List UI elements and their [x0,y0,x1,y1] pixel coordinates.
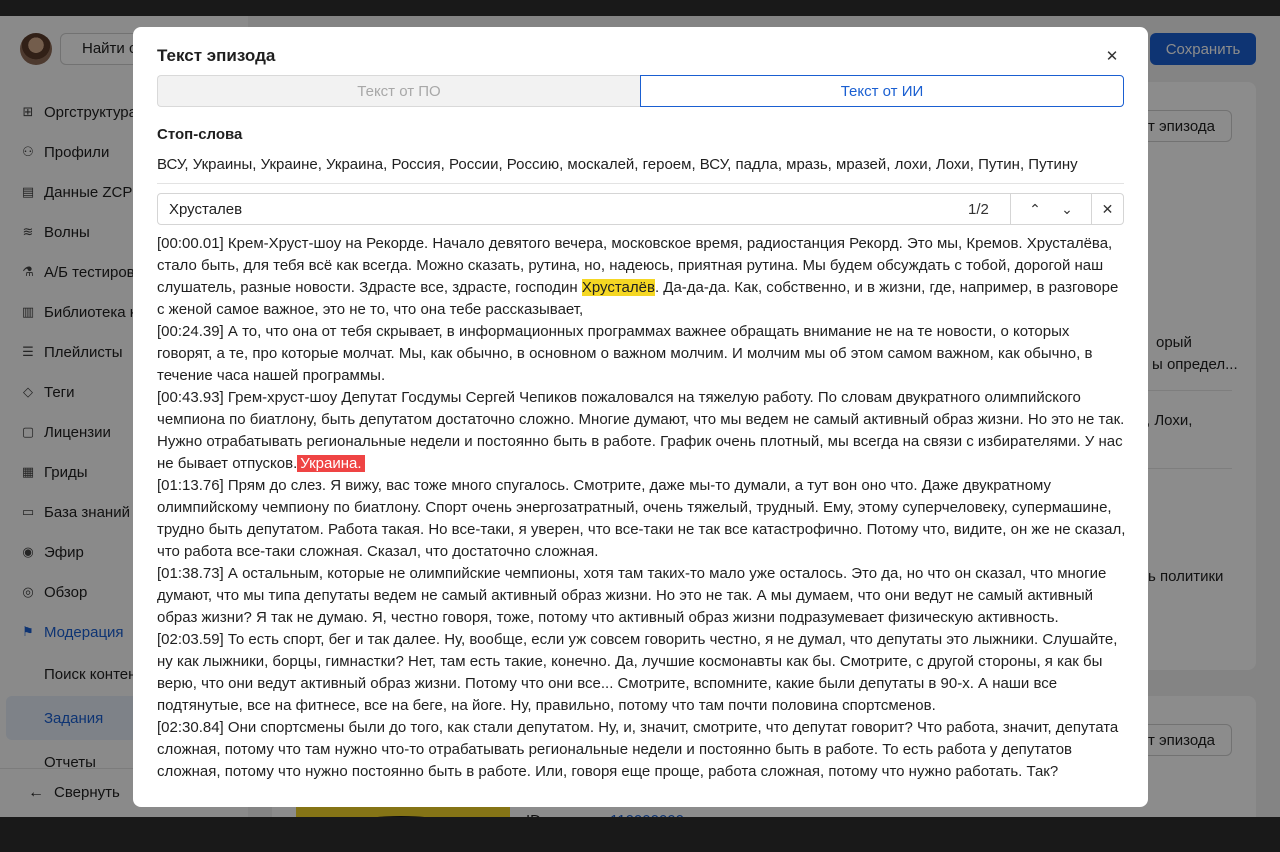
modal-title: Текст эпизода [157,46,276,65]
clear-search-icon[interactable]: ✕ [1091,194,1123,224]
transcript-line: [02:03.59] То есть спорт, бег и так дале… [157,631,1118,714]
divider [157,183,1124,184]
stop-words-list: ВСУ, Украины, Украине, Украина, Россия, … [157,156,1078,173]
episode-text-modal: Текст эпизода ✕ Текст от ПО Текст от ИИ … [133,27,1148,807]
search-highlight: Хрусталёв [581,279,655,296]
transcript-search: 1/2 ⌃ ⌄ ✕ [157,193,1124,225]
close-icon[interactable]: ✕ [1100,44,1124,68]
transcript-line: [01:38.73] А остальным, которые не олимп… [157,565,1107,626]
search-match-count: 1/2 [968,200,989,218]
tab-ai-text[interactable]: Текст от ИИ [640,75,1124,107]
stop-word-highlight: Украина. [297,455,365,472]
search-input[interactable] [158,194,966,224]
search-nav-buttons: ⌃ ⌄ [1010,194,1091,224]
transcript-line: [02:30.84] Они спортсмены были до того, … [157,719,1119,780]
transcript-line: [00:00.01] Крем-Хруст-шоу на Рекорде. На… [157,235,1119,318]
transcript-line: [00:43.93] Грем-хруст-шоу Депутат Госдум… [157,389,1125,472]
tab-software-text[interactable]: Текст от ПО [157,75,640,107]
stop-words-label: Стоп-слова [157,126,243,143]
source-tabs: Текст от ПО Текст от ИИ [157,75,1124,107]
transcript-text: [00:00.01] Крем-Хруст-шоу на Рекорде. На… [157,233,1127,783]
chevron-down-icon[interactable]: ⌄ [1051,194,1083,224]
transcript-line: [00:24.39] А то, что она от тебя скрывае… [157,323,1093,384]
transcript-line: [01:13.76] Прям до слез. Я вижу, вас тож… [157,477,1126,560]
chevron-up-icon[interactable]: ⌃ [1019,194,1051,224]
